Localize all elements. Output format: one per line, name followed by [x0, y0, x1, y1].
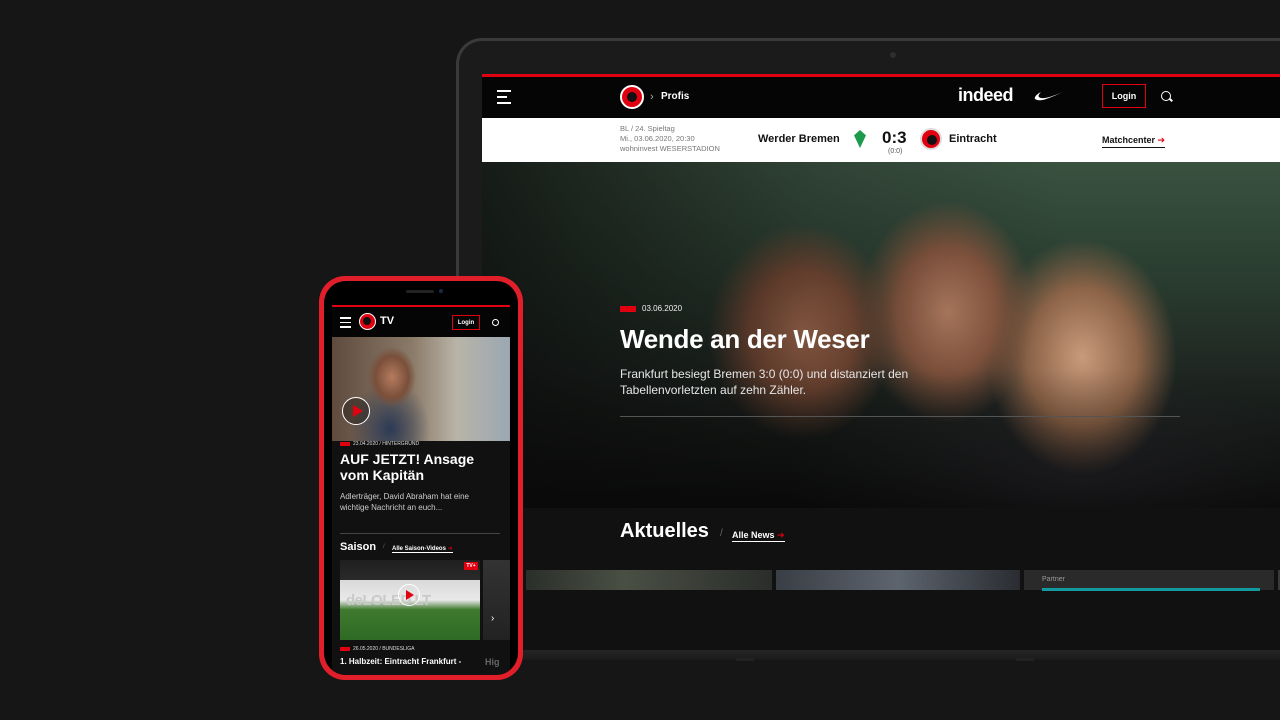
- eagle-crest-icon[interactable]: [359, 313, 376, 330]
- login-button[interactable]: Login: [1102, 84, 1146, 108]
- match-competition: BL / 24. Spieltag: [620, 124, 675, 133]
- all-season-videos-link[interactable]: Alle Saison-Videos ➔: [392, 545, 453, 553]
- login-button[interactable]: Login: [452, 315, 480, 330]
- halftime-score: (0:0): [888, 148, 903, 155]
- chevron-right-icon: ›: [650, 91, 654, 103]
- match-venue: wohninvest WESERSTADION: [620, 144, 720, 153]
- search-icon[interactable]: [492, 319, 499, 326]
- separator: /: [720, 528, 723, 539]
- arrow-right-icon: ➔: [777, 530, 785, 540]
- eagle-crest-icon[interactable]: [620, 85, 644, 109]
- all-news-link[interactable]: Alle News ➔: [732, 530, 785, 542]
- hero-subtitle: Frankfurt besiegt Bremen 3:0 (0:0) und d…: [620, 367, 909, 397]
- phone-device: TV Login 23.04.2020 / HINTERGRUND AUF JE…: [319, 276, 523, 680]
- laptop-screen: › Profis indeed Login BL / 24. Spieltag …: [482, 74, 1280, 650]
- separator: /: [383, 544, 385, 550]
- laptop-device: › Profis indeed Login BL / 24. Spieltag …: [456, 38, 1280, 661]
- matchcenter-link[interactable]: Matchcenter ➔: [1102, 135, 1166, 148]
- tv-plus-badge: TV+: [464, 562, 478, 570]
- all-news-label: Alle News: [732, 530, 775, 540]
- menu-icon[interactable]: [497, 90, 511, 104]
- match-bar: BL / 24. Spieltag Mi., 03.06.2020, 20:30…: [482, 118, 1280, 162]
- feature-video-thumbnail[interactable]: [332, 337, 510, 441]
- away-team: Eintracht: [949, 133, 997, 145]
- divider: [340, 533, 500, 534]
- phone-speaker: [406, 290, 434, 293]
- match-score: 0:3: [882, 128, 907, 147]
- hero-image-shade: [482, 162, 1280, 508]
- play-icon[interactable]: [342, 397, 370, 425]
- video-thumbnail[interactable]: [483, 560, 510, 640]
- news-card[interactable]: [776, 570, 1020, 590]
- partner-label: Partner: [1042, 576, 1065, 583]
- laptop-foot: [736, 658, 754, 661]
- tv-brand[interactable]: TV: [380, 315, 394, 327]
- laptop-foot: [1016, 658, 1034, 661]
- home-team: Werder Bremen: [758, 133, 840, 145]
- hero-date: 03.06.2020: [620, 304, 682, 313]
- all-season-videos-label: Alle Saison-Videos: [392, 546, 446, 552]
- werder-crest-icon: [854, 130, 866, 148]
- feature-title[interactable]: AUF JETZT! Ansage vom Kapitän: [340, 451, 505, 483]
- feature-teaser: Adlerträger, David Abraham hat eine wich…: [340, 492, 469, 512]
- divider: [620, 416, 1180, 417]
- arrow-right-icon: ➔: [447, 546, 453, 552]
- news-heading: Aktuelles: [620, 520, 709, 542]
- laptop-camera: [890, 52, 896, 58]
- sponsor-logo-indeed[interactable]: indeed: [958, 85, 1014, 106]
- arrow-right-icon: ➔: [1157, 135, 1166, 145]
- hero-teaser[interactable]: [482, 162, 1280, 508]
- matchcenter-label: Matchcenter: [1102, 135, 1156, 145]
- carousel-next-icon[interactable]: ›: [491, 613, 494, 624]
- match-info: BL / 24. Spieltag Mi., 03.06.2020, 20:30…: [620, 124, 720, 154]
- video-title[interactable]: 1. Halbzeit: Eintracht Frankfurt -: [340, 657, 461, 666]
- news-card-strip: [526, 570, 1280, 590]
- phone-screen: TV Login 23.04.2020 / HINTERGRUND AUF JE…: [332, 305, 510, 675]
- feature-kicker: 23.04.2020 / HINTERGRUND: [340, 441, 419, 447]
- phone-sensor: [439, 289, 443, 293]
- play-icon[interactable]: [398, 584, 420, 606]
- video-title[interactable]: Hig: [485, 657, 500, 667]
- menu-icon[interactable]: [340, 317, 351, 331]
- phone-bezel: TV Login 23.04.2020 / HINTERGRUND AUF JE…: [324, 281, 518, 675]
- eagle-crest-icon: [920, 128, 942, 150]
- season-heading: Saison: [340, 541, 377, 553]
- nike-swoosh-icon[interactable]: [1034, 88, 1068, 102]
- match-datetime: Mi., 03.06.2020, 20:30: [620, 134, 695, 143]
- search-icon[interactable]: [1161, 91, 1171, 101]
- partner-accent-bar: [1042, 588, 1260, 591]
- video-thumbnail[interactable]: deLOLED LT TV+: [340, 560, 480, 640]
- breadcrumb-profis[interactable]: Profis: [661, 91, 689, 102]
- hero-title[interactable]: Wende an der Weser: [620, 324, 870, 355]
- site-header: › Profis indeed Login: [482, 77, 1280, 121]
- news-card[interactable]: [526, 570, 772, 590]
- app-header: TV Login: [332, 307, 510, 337]
- video-kicker: 26.05.2020 / BUNDESLIGA: [340, 646, 414, 652]
